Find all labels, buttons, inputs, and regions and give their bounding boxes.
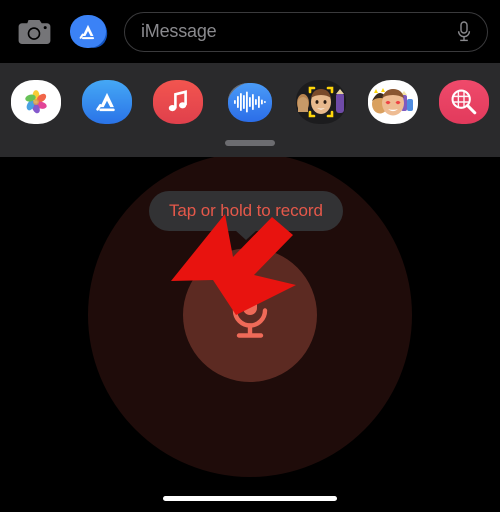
app-drawer: [0, 63, 500, 157]
app-item-app-store[interactable]: [71, 69, 142, 135]
imessage-audio-screen: iMessage Tap or hold to record: [0, 0, 500, 512]
home-indicator-bar: [163, 496, 337, 501]
camera-button[interactable]: [12, 10, 56, 54]
music-note-icon: [153, 80, 204, 124]
images-search-icon: [439, 80, 490, 124]
app-strip[interactable]: [0, 69, 500, 135]
app-item-photos[interactable]: [0, 69, 71, 135]
app-store-button[interactable]: [66, 10, 112, 54]
app-item-memoji-stickers[interactable]: [357, 69, 428, 135]
app-store-glyph-icon: [79, 24, 95, 39]
photos-icon: [10, 80, 61, 124]
audio-waveform-icon: [227, 82, 272, 122]
app-item-images-search[interactable]: [428, 69, 499, 135]
record-tooltip: Tap or hold to record: [149, 191, 343, 240]
camera-icon: [18, 19, 51, 44]
app-store-icon: [82, 80, 133, 124]
microphone-icon: [232, 289, 268, 338]
memoji-camera-icon: [296, 80, 347, 124]
photos-pinwheel-icon: [24, 90, 47, 114]
memoji-stickers-icon: [367, 80, 418, 124]
app-store-icon: [70, 15, 106, 48]
dictation-button[interactable]: [453, 19, 475, 45]
app-item-music[interactable]: [143, 69, 214, 135]
app-item-audio[interactable]: [214, 69, 285, 135]
audio-record-panel: Tap or hold to record: [0, 157, 500, 512]
microphone-icon: [457, 20, 471, 41]
audio-waveform-glyph-icon: [233, 91, 266, 113]
tooltip-tail: [234, 230, 257, 240]
memoji-camera-glyph-icon: [297, 86, 345, 118]
record-button[interactable]: [183, 248, 317, 382]
app-item-memoji[interactable]: [286, 69, 357, 135]
message-input-field[interactable]: iMessage: [124, 11, 488, 52]
message-input-placeholder: iMessage: [141, 21, 217, 41]
drawer-grabber-handle[interactable]: [225, 140, 275, 146]
compose-bar: iMessage: [0, 0, 500, 63]
record-tooltip-label: Tap or hold to record: [169, 201, 323, 220]
memoji-stickers-glyph-icon: [371, 88, 413, 116]
app-store-glyph-icon: [96, 92, 115, 112]
images-search-glyph-icon: [451, 89, 477, 115]
music-note-glyph-icon: [169, 90, 188, 112]
